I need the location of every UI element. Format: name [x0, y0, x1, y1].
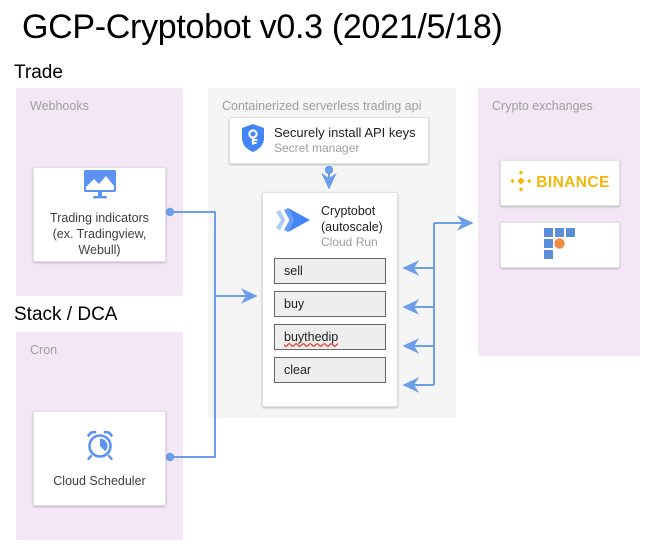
panel-webhooks-label: Webhooks — [30, 99, 89, 113]
node-secret-manager-title: Securely install API keys — [274, 125, 416, 140]
monitor-chart-icon — [83, 169, 117, 204]
node-cryptobot-title-line2: (autoscale) — [321, 220, 383, 234]
alarm-clock-icon — [84, 429, 116, 466]
cryptobot-command-list: sell buy buythedip clear — [274, 258, 386, 383]
diagram-canvas: GCP-Cryptobot v0.3 (2021/5/18) Trade Sta… — [0, 0, 662, 557]
command-box-clear[interactable]: clear — [274, 357, 386, 383]
panel-crypto-exchanges-label: Crypto exchanges — [492, 99, 593, 113]
binance-logo — [510, 169, 532, 197]
panel-cron-label: Cron — [30, 343, 58, 357]
node-cryptobot-cloud-run[interactable]: Cryptobot (autoscale) Cloud Run sell buy b… — [262, 192, 398, 407]
node-secret-manager[interactable]: Securely install API keys Secret manager — [229, 117, 429, 164]
node-binance[interactable]: BINANCE — [500, 160, 620, 206]
command-box-buythedip[interactable]: buythedip — [274, 324, 386, 350]
node-secret-manager-subtitle: Secret manager — [274, 141, 360, 155]
page-title: GCP-Cryptobot v0.3 (2021/5/18) — [22, 8, 503, 46]
node-cloud-scheduler[interactable]: Cloud Scheduler — [33, 411, 166, 506]
section-heading-trade: Trade — [14, 62, 63, 83]
node-ftx[interactable] — [500, 222, 620, 268]
command-box-buy[interactable]: buy — [274, 291, 386, 317]
command-box-sell[interactable]: sell — [274, 258, 386, 284]
node-cryptobot-subtitle: Cloud Run — [321, 235, 378, 249]
node-cryptobot-title-line1: Cryptobot — [321, 204, 376, 218]
cloud-run-icon — [274, 203, 314, 242]
node-binance-label: BINANCE — [536, 174, 610, 191]
node-trading-indicators[interactable]: Trading indicators (ex. Tradingview, Web… — [33, 167, 166, 262]
node-trading-indicators-label: Trading indicators (ex. Tradingview, Web… — [50, 211, 149, 257]
node-cloud-scheduler-label: Cloud Scheduler — [53, 473, 146, 488]
section-heading-stack-dca: Stack / DCA — [14, 304, 118, 325]
shield-key-icon — [240, 123, 266, 158]
panel-containerized-api-label: Containerized serverless trading api — [222, 99, 422, 113]
ftx-logo — [543, 227, 577, 264]
